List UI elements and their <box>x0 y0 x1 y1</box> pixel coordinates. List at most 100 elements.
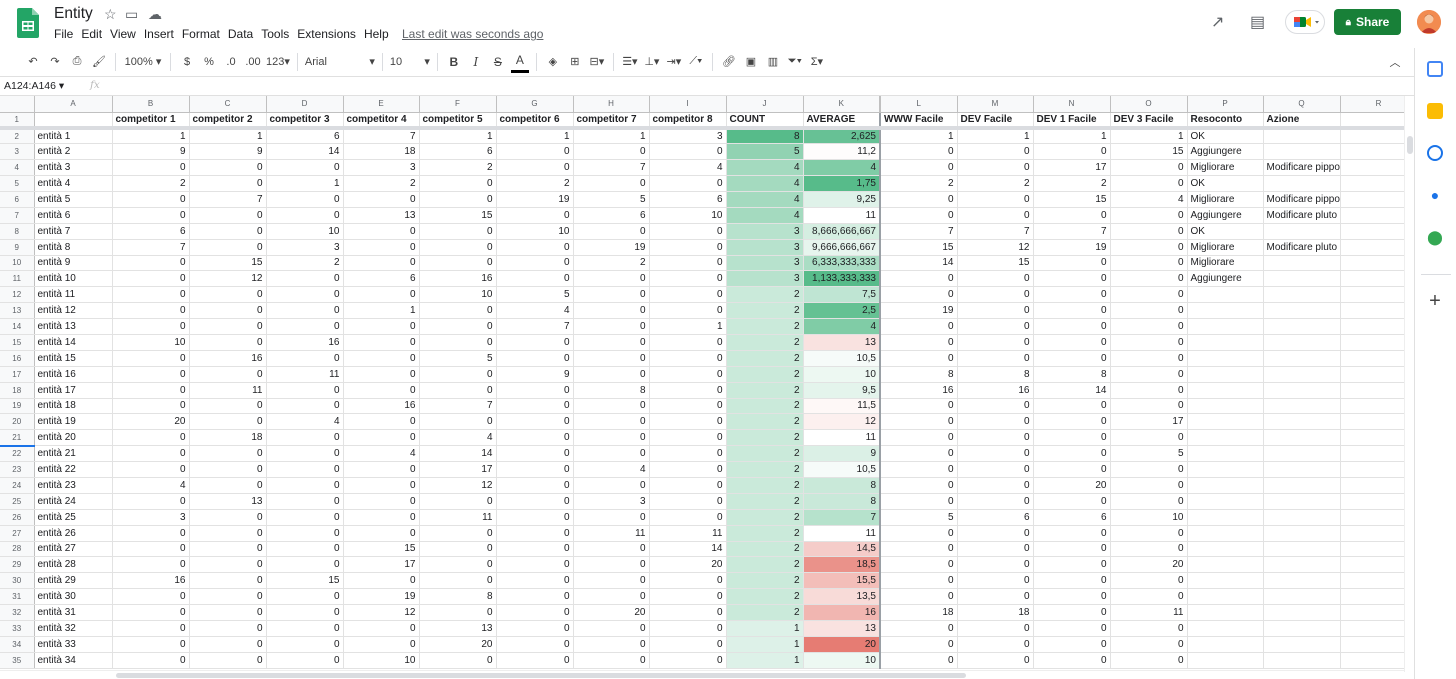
facile-cell[interactable]: 0 <box>957 620 1034 637</box>
competitor-cell[interactable]: 0 <box>649 398 727 415</box>
empty-cell[interactable] <box>1340 429 1404 447</box>
column-header-K[interactable]: K <box>803 96 881 113</box>
competitor-cell[interactable]: 0 <box>266 302 344 320</box>
facile-cell[interactable]: 0 <box>957 350 1034 367</box>
competitor-cell[interactable]: 15 <box>419 207 497 224</box>
facile-cell[interactable]: 5 <box>880 509 958 526</box>
menu-help[interactable]: Help <box>364 27 389 41</box>
competitor-cell[interactable]: 0 <box>343 477 420 494</box>
facile-cell[interactable]: 0 <box>1033 207 1111 224</box>
entity-cell[interactable]: entità 11 <box>34 286 113 304</box>
competitor-cell[interactable]: 7 <box>573 159 650 177</box>
facile-cell[interactable]: 0 <box>1110 382 1188 399</box>
header-cell[interactable]: competitor 7 <box>573 112 650 130</box>
insert-comment-icon[interactable]: ▣ <box>742 51 760 73</box>
azione-cell[interactable] <box>1263 620 1341 637</box>
facile-cell[interactable]: 14 <box>880 255 958 272</box>
azione-cell[interactable] <box>1263 509 1341 526</box>
competitor-cell[interactable]: 5 <box>496 286 574 304</box>
tasks-icon[interactable] <box>1427 145 1443 161</box>
competitor-cell[interactable]: 0 <box>343 413 420 431</box>
competitor-cell[interactable]: 9 <box>496 366 574 383</box>
facile-cell[interactable]: 0 <box>880 429 958 447</box>
competitor-cell[interactable]: 8 <box>419 588 497 606</box>
paint-format-icon[interactable]: 🖌︎ <box>90 51 108 73</box>
competitor-cell[interactable]: 16 <box>112 572 190 590</box>
competitor-cell[interactable]: 0 <box>649 255 727 272</box>
competitor-cell[interactable]: 0 <box>266 445 344 463</box>
facile-cell[interactable]: 0 <box>880 620 958 637</box>
functions-icon[interactable]: Σ▾ <box>808 51 826 73</box>
competitor-cell[interactable]: 0 <box>419 318 497 335</box>
competitor-cell[interactable]: 16 <box>419 270 497 288</box>
facile-cell[interactable]: 0 <box>1110 334 1188 351</box>
row-header[interactable]: 3 <box>0 143 35 161</box>
activity-chart-icon[interactable]: ↗ <box>1211 12 1224 32</box>
facile-cell[interactable]: 0 <box>880 334 958 351</box>
competitor-cell[interactable]: 0 <box>343 620 420 637</box>
competitor-cell[interactable]: 13 <box>343 207 420 224</box>
vertical-scrollbar[interactable] <box>1404 96 1414 672</box>
facile-cell[interactable]: 15 <box>957 255 1034 272</box>
empty-cell[interactable] <box>1340 350 1404 367</box>
empty-cell[interactable] <box>1340 223 1404 240</box>
row-header[interactable]: 11 <box>0 270 35 288</box>
competitor-cell[interactable]: 0 <box>496 509 574 526</box>
competitor-cell[interactable]: 0 <box>573 413 650 431</box>
empty-cell[interactable] <box>1340 398 1404 415</box>
competitor-cell[interactable]: 0 <box>649 270 727 288</box>
empty-cell[interactable] <box>1340 588 1404 606</box>
empty-cell[interactable] <box>1340 143 1404 161</box>
competitor-cell[interactable]: 15 <box>189 255 267 272</box>
facile-cell[interactable]: 0 <box>1033 143 1111 161</box>
header-cell[interactable]: competitor 6 <box>496 112 574 130</box>
facile-cell[interactable]: 0 <box>880 270 958 288</box>
azione-cell[interactable] <box>1263 556 1341 574</box>
competitor-cell[interactable]: 0 <box>649 461 727 478</box>
competitor-cell[interactable]: 10 <box>419 286 497 304</box>
facile-cell[interactable]: 2 <box>880 175 958 192</box>
competitor-cell[interactable]: 0 <box>112 270 190 288</box>
entity-cell[interactable]: entità 31 <box>34 604 113 621</box>
competitor-cell[interactable]: 0 <box>573 175 650 192</box>
contacts-icon[interactable]: ● <box>1427 187 1443 203</box>
entity-cell[interactable]: entità 20 <box>34 429 113 447</box>
average-cell[interactable]: 12 <box>803 413 881 431</box>
borders-icon[interactable]: ⊞ <box>566 51 584 73</box>
horizontal-align-icon[interactable]: ☰▾ <box>621 51 639 73</box>
average-cell[interactable]: 11 <box>803 525 881 542</box>
document-title[interactable]: Entity <box>54 5 93 23</box>
empty-cell[interactable] <box>1340 413 1404 431</box>
header-cell[interactable]: Azione <box>1263 112 1341 130</box>
resoconto-cell[interactable] <box>1187 588 1264 606</box>
competitor-cell[interactable]: 0 <box>573 302 650 320</box>
vertical-align-icon[interactable]: ⊥▾ <box>643 51 661 73</box>
undo-icon[interactable]: ↶ <box>24 51 42 73</box>
facile-cell[interactable]: 0 <box>957 525 1034 542</box>
competitor-cell[interactable]: 0 <box>419 366 497 383</box>
competitor-cell[interactable]: 0 <box>266 382 344 399</box>
competitor-cell[interactable]: 0 <box>649 620 727 637</box>
competitor-cell[interactable]: 7 <box>419 398 497 415</box>
column-header-N[interactable]: N <box>1033 96 1111 113</box>
column-header-J[interactable]: J <box>726 96 804 113</box>
facile-cell[interactable]: 0 <box>1033 525 1111 542</box>
empty-cell[interactable] <box>1340 572 1404 590</box>
row-header[interactable]: 28 <box>0 541 35 558</box>
competitor-cell[interactable]: 0 <box>496 620 574 637</box>
empty-cell[interactable] <box>1340 318 1404 335</box>
count-cell[interactable]: 8 <box>726 127 804 145</box>
competitor-cell[interactable]: 0 <box>419 413 497 431</box>
column-header-E[interactable]: E <box>343 96 420 113</box>
azione-cell[interactable] <box>1263 366 1341 383</box>
facile-cell[interactable]: 0 <box>957 572 1034 590</box>
resoconto-cell[interactable] <box>1187 572 1264 590</box>
competitor-cell[interactable]: 4 <box>419 429 497 447</box>
competitor-cell[interactable]: 0 <box>573 270 650 288</box>
last-edit-link[interactable]: Last edit was seconds ago <box>402 27 543 41</box>
spreadsheet-grid[interactable]: A B C D E F G H I J K L M N O P Q R 1 competitor 1 competito… <box>0 96 1404 672</box>
count-cell[interactable]: 2 <box>726 461 804 478</box>
facile-cell[interactable]: 0 <box>1033 445 1111 463</box>
meet-button[interactable] <box>1285 10 1325 34</box>
facile-cell[interactable]: 0 <box>1033 286 1111 304</box>
